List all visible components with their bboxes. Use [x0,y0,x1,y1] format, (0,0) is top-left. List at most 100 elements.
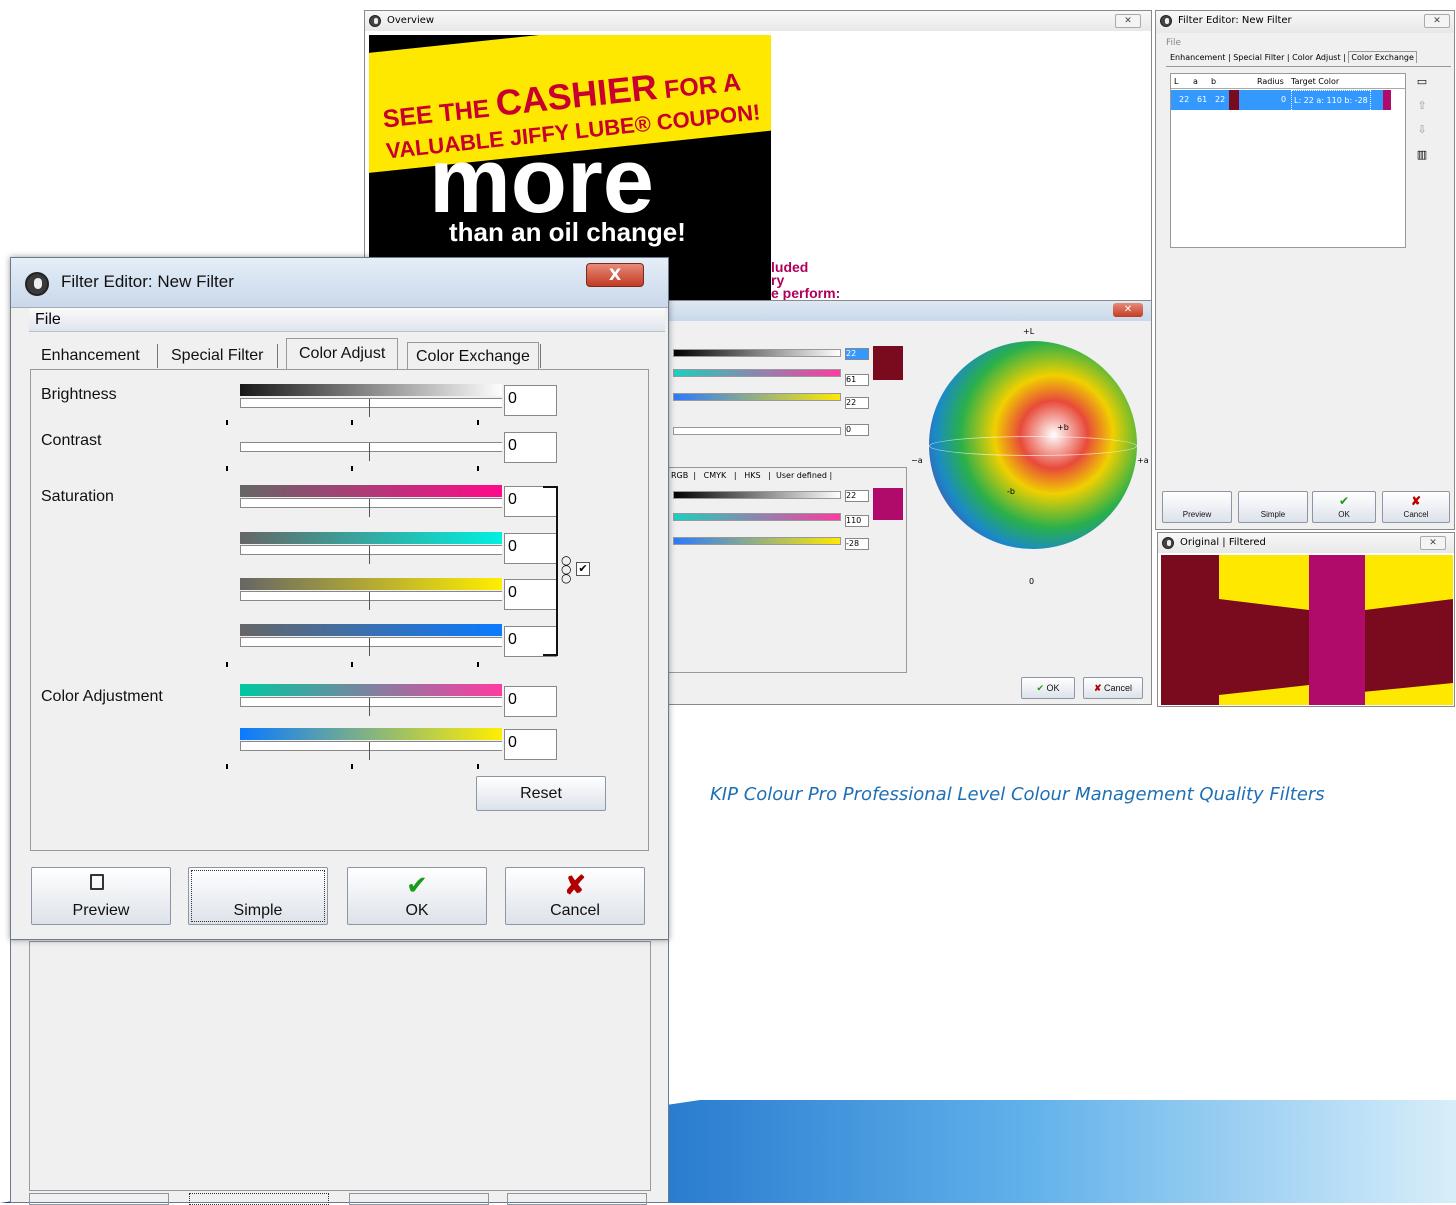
value-l[interactable]: 22 [845,348,869,360]
slider-thumb[interactable] [369,638,377,656]
preview-icon [90,874,104,890]
cancel-x-icon: ✘ [1411,494,1422,508]
slider-b-target[interactable] [673,537,841,545]
picker-cancel-button[interactable]: ✘ Cancel [1083,677,1143,699]
saturation-cyan-slider[interactable] [240,545,502,564]
slider-thumb[interactable] [369,592,377,610]
tab-special-filter[interactable]: Special Filter [171,342,263,370]
value-radius[interactable]: 0 [845,424,869,436]
saturation-blue-slider[interactable] [240,637,502,656]
slider-l[interactable] [673,349,841,357]
contrast-slider[interactable] [240,442,502,461]
saturation-yellow-slider[interactable] [240,591,502,610]
label-minus-b: -b [1007,487,1015,496]
slider-l-target[interactable] [673,491,841,499]
preview-button[interactable]: Preview [31,867,171,925]
right-editor-title: Filter Editor: New Filter [1178,15,1292,26]
tab-enhancement[interactable]: Enhancement [1170,53,1225,62]
tab-enhancement[interactable]: Enhancement [41,342,140,370]
menu-file[interactable]: File [1166,38,1181,48]
overview-title: Overview [387,15,435,26]
brightness-value[interactable]: 0 [504,385,557,416]
slider-thumb[interactable] [369,399,377,417]
ok-button[interactable]: ✔ OK [347,867,487,925]
ok-button[interactable]: ✔ OK [1312,491,1376,523]
move-down-icon[interactable]: ⇩ [1412,123,1432,141]
link-checkbox[interactable]: ✔ [576,562,590,576]
color-swatch [1383,90,1391,110]
saturation-blue-gradient [240,624,502,636]
adjust-blue-yellow-value[interactable]: 0 [504,729,557,760]
brightness-slider[interactable] [240,398,502,417]
slider-thumb[interactable] [369,499,377,517]
tab-hks[interactable]: HKS [744,471,760,480]
adjust-cyan-magenta-value[interactable]: 0 [504,686,557,717]
ad-big-word: more [429,130,654,232]
slider-a-target[interactable] [673,513,841,521]
cancel-button[interactable]: ✘ Cancel [505,867,645,925]
check-icon: ✔ [406,870,428,900]
tab-rgb[interactable]: RGB [671,471,688,480]
slider-b[interactable] [673,393,841,401]
adjust-blue-yellow-slider[interactable] [240,741,502,760]
close-icon[interactable]: ✕ [1420,536,1446,550]
value-a[interactable]: 61 [845,374,869,386]
saturation-magenta-slider[interactable] [240,498,502,517]
exchange-table[interactable]: L a b Radius Target Color 22 61 22 0 L: … [1170,73,1406,248]
table-row[interactable]: 22 61 22 0 L: 22 a: 110 b: -28 [1171,90,1391,112]
slider-radius[interactable] [673,427,841,435]
caption: KIP Colour Pro Professional Level Colour… [710,784,1325,805]
main-filter-editor[interactable]: Filter Editor: New Filter X File Enhance… [10,257,669,940]
color-swatch [1229,90,1239,110]
slider-thumb[interactable] [369,698,377,716]
close-icon[interactable]: ✕ [1113,303,1143,317]
color-picker-window[interactable]: ✕ 22 61 22 0 RGB | CMYK | HKS | User def… [660,300,1152,705]
menu-file[interactable]: File [29,308,665,332]
value-b[interactable]: 22 [845,397,869,409]
close-button[interactable]: X [586,263,644,287]
reset-button[interactable]: Reset [476,776,606,811]
value-b-target[interactable]: -28 [845,538,869,550]
tab-color-exchange[interactable]: Color Exchange [407,342,539,370]
picker-ok-button[interactable]: ✔ OK [1021,677,1075,699]
saturation-label: Saturation [41,488,114,505]
contrast-value[interactable]: 0 [504,432,557,463]
original-filtered-title: Original | Filtered [1180,537,1266,548]
label-plus-a: +a [1137,456,1149,465]
app-icon [369,15,381,27]
slider-thumb[interactable] [369,443,377,461]
tab-color-adjust[interactable]: Color Adjust [1292,53,1340,62]
cancel-button[interactable]: ✘ Cancel [1382,491,1450,523]
table-header: L a b Radius Target Color [1171,74,1405,89]
close-icon[interactable]: ✕ [1115,14,1141,28]
slider-thumb[interactable] [369,546,377,564]
slider-a[interactable] [673,369,841,377]
adjust-cyan-magenta-slider[interactable] [240,697,502,716]
brightness-gradient [240,384,502,396]
preview-button[interactable]: Preview [1162,491,1232,523]
contrast-label: Contrast [41,432,102,449]
simple-button[interactable]: Simple [1238,491,1308,523]
cancel-x-icon: ✘ [1093,683,1102,693]
tab-special-filter[interactable]: Special Filter [1233,53,1284,62]
right-filter-editor[interactable]: Filter Editor: New Filter ✕ File Enhance… [1155,10,1455,530]
preview-image [1161,555,1453,705]
value-l-target[interactable]: 22 [845,490,869,502]
original-filtered-window[interactable]: Original | Filtered ✕ [1157,532,1455,707]
cancel-x-icon: ✘ [564,870,586,900]
tab-color-exchange[interactable]: Color Exchange [1348,51,1417,63]
close-icon[interactable]: ✕ [1424,14,1450,28]
ad-fragment: e perform: [771,285,841,301]
add-row-icon[interactable]: ▭ [1412,75,1432,93]
slider-thumb[interactable] [369,742,377,760]
value-a-target[interactable]: 110 [845,515,869,527]
ad-subline: than an oil change! [449,217,686,247]
tab-user-defined[interactable]: User defined [776,471,827,480]
move-up-icon[interactable]: ⇧ [1412,99,1432,117]
simple-button[interactable]: Simple [188,867,328,925]
color-adjustment-label: Color Adjustment [41,688,163,705]
tab-cmyk[interactable]: CMYK [704,471,727,480]
background-dialog [10,930,669,1205]
tab-color-adjust[interactable]: Color Adjust [286,338,399,370]
delete-icon[interactable]: ▥ [1412,148,1432,166]
